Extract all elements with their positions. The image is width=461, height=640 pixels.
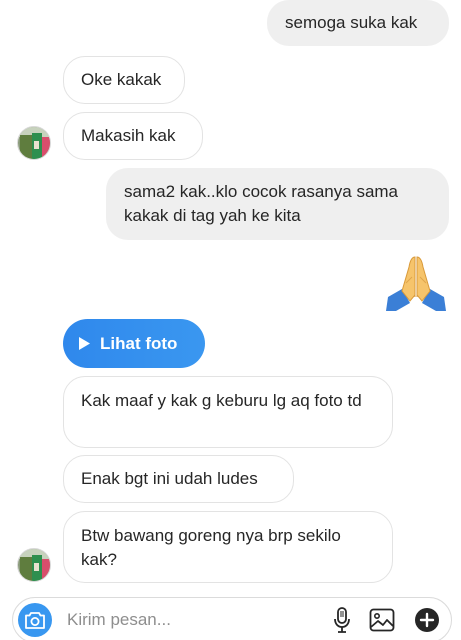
view-photo-button[interactable]: Lihat foto [63,319,205,368]
message-composer [12,597,452,640]
message-text: Enak bgt ini udah ludes [81,469,258,488]
message-text: semoga suka kak [285,13,418,32]
message-text: Oke kakak [81,70,162,89]
contact-avatar[interactable] [17,548,51,582]
gallery-icon[interactable] [368,606,396,634]
message-text: Makasih kak [81,126,176,145]
message-bubble-incoming[interactable]: Oke kakak [63,56,185,104]
view-photo-label: Lihat foto [100,333,178,353]
message-text: sama2 kak..klo cocok rasanya sama kakak … [124,182,399,225]
camera-icon [25,611,45,629]
message-bubble-incoming[interactable]: Btw bawang goreng nya brp sekilo kak? [63,511,393,583]
message-text: Btw bawang goreng nya brp sekilo kak? [81,526,341,569]
plus-icon[interactable] [413,606,441,634]
message-bubble-outgoing[interactable]: sama2 kak..klo cocok rasanya sama kakak … [106,168,449,240]
message-bubble-incoming[interactable]: Enak bgt ini udah ludes [63,455,294,503]
message-bubble-outgoing[interactable]: semoga suka kak [267,0,449,46]
folded-hands-emoji-icon[interactable] [386,253,446,311]
message-bubble-incoming[interactable]: Kak maaf y kak g keburu lg aq foto td [63,376,393,448]
microphone-icon[interactable] [328,606,356,634]
message-text: Kak maaf y kak g keburu lg aq foto td [81,391,362,410]
camera-button[interactable] [18,603,52,637]
play-icon [79,337,90,350]
message-bubble-incoming[interactable]: Makasih kak [63,112,203,160]
message-input[interactable] [67,607,317,633]
contact-avatar[interactable] [17,126,51,160]
